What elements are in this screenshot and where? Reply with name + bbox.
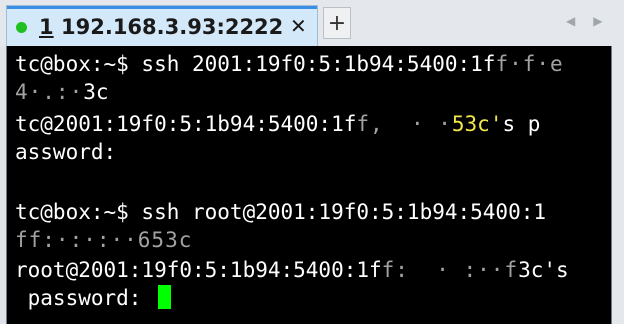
terminal-line: assword: (15, 140, 117, 164)
new-tab-button[interactable]: + (323, 7, 351, 39)
terminal-output[interactable]: tc@box:~$ ssh 2001:19f0:5:1b94:5400:1ff·… (6, 46, 612, 324)
scroll-left-icon[interactable]: ◀ (566, 14, 593, 28)
tab-scroll-arrows[interactable]: ◀▶ (566, 14, 620, 28)
close-icon[interactable]: ✕ (290, 14, 307, 38)
terminal-line: tc@box:~$ ssh root@2001:19f0:5:1b94:5400… (15, 200, 547, 224)
terminal-line: 4·.:·3c (15, 80, 109, 104)
terminal-line: ff:·:·:··653c (15, 228, 193, 252)
tab-session[interactable]: 1 192.168.3.93:2222 ✕ (6, 5, 318, 46)
tab-bar: 1 192.168.3.93:2222 ✕ + ◀▶ (0, 0, 624, 46)
connection-status-icon (16, 22, 27, 33)
terminal-prompt-line: password: (15, 284, 172, 312)
tab-title: 192.168.3.93:2222 (61, 15, 284, 39)
terminal-line: tc@2001:19f0:5:1b94:5400:1ff, · ·53c's p (15, 112, 541, 136)
terminal-line: tc@box:~$ ssh 2001:19f0:5:1b94:5400:1ff·… (15, 52, 564, 76)
tab-number: 1 (39, 15, 54, 39)
tab-active-indicator (7, 6, 317, 9)
terminal-scrollbar[interactable] (612, 46, 624, 324)
scroll-right-icon[interactable]: ▶ (593, 14, 620, 28)
terminal-line: root@2001:19f0:5:1b94:5400:1ff: · :··f3c… (15, 258, 569, 282)
terminal-cursor (158, 285, 172, 309)
